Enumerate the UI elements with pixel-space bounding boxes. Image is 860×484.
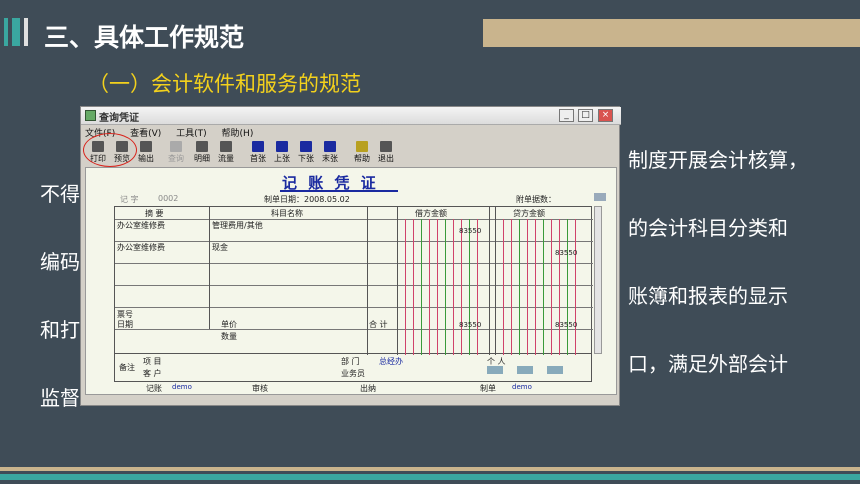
prev-icon xyxy=(276,141,288,152)
voucher-sheet: 记 账 凭 证 记 字 0002 制单日期：2008.05.02 附单据数： 摘… xyxy=(85,167,617,395)
bookkeeper-label: 记账 xyxy=(146,384,162,393)
flow-button[interactable]: 流量 xyxy=(215,140,237,164)
voucher-table: 摘 要 科目名称 借方金额 贷方金额 办公室维修费 管理费用/其他 83550 … xyxy=(114,206,593,355)
body-text-fragment: 监督 xyxy=(40,386,80,410)
flow-icon xyxy=(220,141,232,152)
dept-value[interactable]: 总经办 xyxy=(379,356,403,367)
window-titlebar[interactable]: 查询凭证 _ □ × xyxy=(81,107,621,125)
body-text-fragment: 口，满足外部会计 xyxy=(628,352,788,376)
row-credit[interactable]: 83550 xyxy=(555,249,577,257)
maker-name: demo xyxy=(512,383,532,391)
accent-bar xyxy=(24,18,28,46)
first-voucher-button[interactable]: 首张 xyxy=(247,140,269,164)
list-icon[interactable] xyxy=(547,366,563,374)
total-label: 合 计 xyxy=(369,320,388,329)
auditor-label: 审核 xyxy=(252,384,268,393)
attach-picker-icon[interactable] xyxy=(594,193,606,201)
staff-label: 业务员 xyxy=(341,369,365,378)
app-icon xyxy=(85,110,96,121)
row-summary[interactable]: 办公室维修费 xyxy=(117,242,165,253)
menu-help[interactable]: 帮助(H) xyxy=(222,126,254,139)
query-button[interactable]: 查询 xyxy=(165,140,187,164)
quantity-label: 数量 xyxy=(221,332,237,341)
detail-button[interactable]: 明细 xyxy=(191,140,213,164)
close-button[interactable]: × xyxy=(598,109,613,122)
highlight-circle xyxy=(83,133,137,167)
window-title: 查询凭证 xyxy=(99,113,139,124)
header-debit: 借方金额 xyxy=(415,209,447,218)
row-debit[interactable]: 83550 xyxy=(459,227,481,235)
prev-voucher-button[interactable]: 上张 xyxy=(271,140,293,164)
next-icon xyxy=(300,141,312,152)
voucher-footer: 备注 项 目 客 户 部 门 总经办 个 人 业务员 xyxy=(114,354,592,382)
body-text-fragment: 的会计科目分类和 xyxy=(628,216,788,240)
first-icon xyxy=(252,141,264,152)
next-voucher-button[interactable]: 下张 xyxy=(295,140,317,164)
exit-icon xyxy=(380,141,392,152)
maximize-button[interactable]: □ xyxy=(578,109,593,122)
unit-price-label: 单价 xyxy=(221,320,237,329)
slide-title: 三、具体工作规范 xyxy=(44,23,245,52)
vertical-scrollbar[interactable] xyxy=(594,206,602,354)
body-text-fragment: 和打 xyxy=(40,318,80,342)
attach-count-label: 附单据数： xyxy=(516,195,556,204)
help-icon xyxy=(356,141,368,152)
card-icon[interactable] xyxy=(517,366,533,374)
body-text-fragment: 编码 xyxy=(40,250,80,274)
title-underline xyxy=(280,190,398,192)
contact-icon[interactable] xyxy=(487,366,503,374)
voucher-word-label: 记 字 xyxy=(120,195,139,204)
maker-label: 制单 xyxy=(480,384,496,393)
footer-stripe xyxy=(0,467,860,471)
bookkeeper-name: demo xyxy=(172,383,192,391)
body-text-fragment: 制度开展会计核算， xyxy=(628,148,808,172)
header-credit: 贷方金额 xyxy=(513,209,545,218)
accent-bar xyxy=(4,18,8,46)
detail-icon xyxy=(196,141,208,152)
project-label: 项 目 xyxy=(143,357,162,366)
export-icon xyxy=(140,141,152,152)
slide-subtitle: （一）会计软件和服务的规范 xyxy=(88,72,361,96)
customer-label: 客 户 xyxy=(143,369,162,378)
cashier-label: 出纳 xyxy=(360,384,376,393)
last-voucher-button[interactable]: 末张 xyxy=(319,140,341,164)
query-voucher-window: 查询凭证 _ □ × 文件(F) 查看(V) 工具(T) 帮助(H) 打印 预览… xyxy=(80,106,621,406)
body-text-fragment: 账簿和报表的显示 xyxy=(628,284,788,308)
remark-label: 备注 xyxy=(119,363,135,372)
last-icon xyxy=(324,141,336,152)
footer-stripe xyxy=(0,474,860,480)
date-label: 日期 xyxy=(117,320,133,329)
header-account: 科目名称 xyxy=(271,209,303,218)
menu-tools[interactable]: 工具(T) xyxy=(176,126,207,139)
header-summary: 摘 要 xyxy=(145,209,164,218)
help-button[interactable]: 帮助 xyxy=(351,140,373,164)
minimize-button[interactable]: _ xyxy=(559,109,574,122)
total-credit: 83550 xyxy=(555,321,578,329)
dept-label: 部 门 xyxy=(341,357,360,366)
binoculars-icon xyxy=(170,141,182,152)
slide-header: 三、具体工作规范 xyxy=(0,0,860,66)
exit-button[interactable]: 退出 xyxy=(375,140,397,164)
decorative-bar xyxy=(483,19,860,47)
row-account[interactable]: 管理费用/其他 xyxy=(212,220,263,231)
row-account[interactable]: 现金 xyxy=(212,242,228,253)
menu-view[interactable]: 查看(V) xyxy=(130,126,161,139)
total-debit: 83550 xyxy=(459,321,482,329)
body-text-fragment: 不得 xyxy=(40,182,80,206)
accent-bar xyxy=(12,18,20,46)
row-summary[interactable]: 办公室维修费 xyxy=(117,220,165,231)
voucher-number: 0002 xyxy=(158,194,179,203)
export-button[interactable]: 输出 xyxy=(135,140,157,164)
voucher-date: 制单日期：2008.05.02 xyxy=(264,195,350,204)
